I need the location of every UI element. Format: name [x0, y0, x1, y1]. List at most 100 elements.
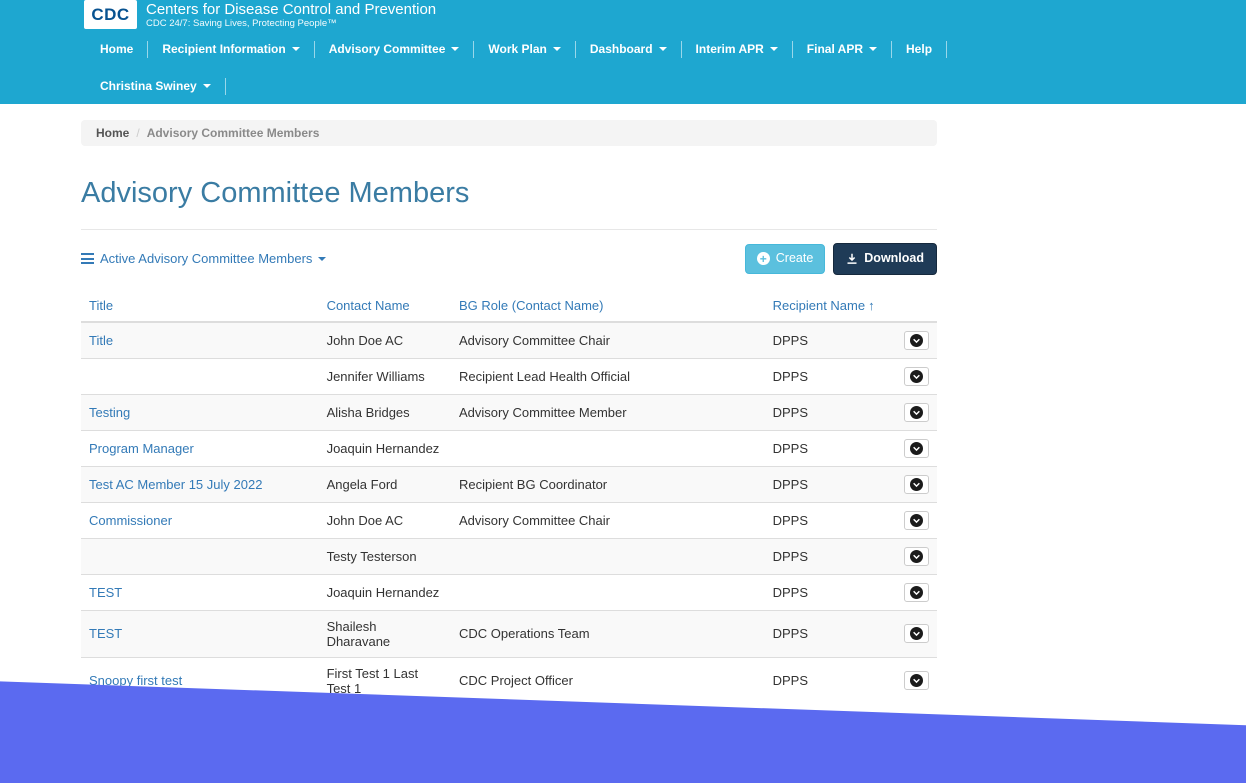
column-header-bg-role-contact-name[interactable]: BG Role (Contact Name)	[459, 298, 604, 313]
nav-item-recipient-information[interactable]: Recipient Information	[148, 37, 313, 61]
cell-actions	[896, 502, 937, 538]
cell-contact-name: Joaquin Hernandez	[319, 574, 451, 610]
chevron-down-circle-icon	[910, 478, 923, 491]
nav-item-label: Advisory Committee	[329, 42, 446, 56]
toolbar: Active Advisory Committee Members + Crea…	[81, 243, 937, 275]
row-actions-button[interactable]	[904, 511, 929, 530]
caret-down-icon	[451, 47, 459, 51]
chevron-down-circle-icon	[910, 406, 923, 419]
nav-item-interim-apr[interactable]: Interim APR	[682, 37, 792, 61]
cell-actions	[896, 657, 937, 704]
cell-bg-role: Advisory Committee Chair	[451, 322, 765, 359]
plus-circle-icon: +	[757, 252, 770, 265]
chevron-down-circle-icon	[910, 550, 923, 563]
cell-title: Test AC Member 15 July 2022	[81, 466, 319, 502]
org-name: Centers for Disease Control and Preventi…	[146, 1, 436, 18]
row-actions-button[interactable]	[904, 475, 929, 494]
cell-recipient-name: DPPS	[765, 574, 896, 610]
cell-recipient-name: DPPS	[765, 430, 896, 466]
nav-item-final-apr[interactable]: Final APR	[793, 37, 891, 61]
cell-actions	[896, 466, 937, 502]
row-actions-button[interactable]	[904, 367, 929, 386]
nav-item-home[interactable]: Home	[86, 37, 147, 61]
cell-title: TEST	[81, 574, 319, 610]
table-row: Testy TestersonDPPS	[81, 538, 937, 574]
nav-item-label: Final APR	[807, 42, 863, 56]
user-nav: Christina Swiney	[86, 74, 226, 98]
create-button-label: Create	[776, 250, 814, 268]
row-actions-button[interactable]	[904, 583, 929, 602]
cell-actions	[896, 430, 937, 466]
row-title-link[interactable]: TEST	[89, 585, 122, 600]
brand-text: Centers for Disease Control and Preventi…	[146, 0, 436, 30]
row-actions-button[interactable]	[904, 331, 929, 350]
table-row: Test AC Member 15 July 2022Angela FordRe…	[81, 466, 937, 502]
download-button[interactable]: Download	[833, 243, 937, 275]
tagline: CDC 24/7: Saving Lives, Protecting Peopl…	[146, 18, 436, 30]
row-title-link[interactable]: TEST	[89, 626, 122, 641]
breadcrumb-home[interactable]: Home	[96, 126, 129, 140]
cdc-logo[interactable]: CDC	[84, 0, 137, 29]
cell-actions	[896, 394, 937, 430]
row-actions-button[interactable]	[904, 671, 929, 690]
row-actions-button[interactable]	[904, 439, 929, 458]
cdc-logo-text: CDC	[91, 5, 129, 25]
cell-actions	[896, 358, 937, 394]
nav-divider	[225, 78, 226, 95]
title-divider	[81, 229, 937, 230]
table-row: TESTShailesh DharavaneCDC Operations Tea…	[81, 610, 937, 657]
nav-item-work-plan[interactable]: Work Plan	[474, 37, 574, 61]
nav-item-help[interactable]: Help	[892, 37, 946, 61]
nav-item-advisory-committee[interactable]: Advisory Committee	[315, 37, 474, 61]
row-title-link[interactable]: Commissioner	[89, 513, 172, 528]
table-header-row: Title Contact Name BG Role (Contact Name) R…	[81, 290, 937, 322]
view-filter-dropdown[interactable]: Active Advisory Committee Members	[81, 251, 326, 266]
cell-actions	[896, 322, 937, 359]
sort-ascending-icon: ↑	[868, 298, 875, 313]
cell-recipient-name: DPPS	[765, 322, 896, 359]
create-button[interactable]: + Create	[745, 244, 826, 274]
table-row: CommissionerJohn Doe ACAdvisory Committe…	[81, 502, 937, 538]
cell-contact-name: Jennifer Williams	[319, 358, 451, 394]
chevron-down-circle-icon	[910, 674, 923, 687]
cell-title: Title	[81, 322, 319, 359]
brand: CDC Centers for Disease Control and Prev…	[84, 0, 436, 30]
cell-recipient-name: DPPS	[765, 657, 896, 704]
table-row: TestingAlisha BridgesAdvisory Committee …	[81, 394, 937, 430]
row-title-link[interactable]: Testing	[89, 405, 130, 420]
row-actions-button[interactable]	[904, 624, 929, 643]
chevron-down-circle-icon	[910, 586, 923, 599]
caret-down-icon	[553, 47, 561, 51]
column-header-title[interactable]: Title	[89, 298, 113, 313]
cell-recipient-name: DPPS	[765, 358, 896, 394]
row-actions-button[interactable]	[904, 547, 929, 566]
cell-bg-role	[451, 574, 765, 610]
row-title-link[interactable]: Test AC Member 15 July 2022	[89, 477, 262, 492]
filter-label: Active Advisory Committee Members	[100, 251, 312, 266]
row-title-link[interactable]: Program Manager	[89, 441, 194, 456]
row-actions-button[interactable]	[904, 403, 929, 422]
user-menu[interactable]: Christina Swiney	[86, 74, 225, 98]
cell-recipient-name: DPPS	[765, 394, 896, 430]
cell-title	[81, 358, 319, 394]
site-header: CDC Centers for Disease Control and Prev…	[0, 0, 1246, 104]
cell-bg-role: Advisory Committee Member	[451, 394, 765, 430]
cell-contact-name: John Doe AC	[319, 502, 451, 538]
nav-item-label: Dashboard	[590, 42, 653, 56]
cell-contact-name: Testy Testerson	[319, 538, 451, 574]
nav-item-dashboard[interactable]: Dashboard	[576, 37, 681, 61]
column-header-contact-name[interactable]: Contact Name	[327, 298, 410, 313]
chevron-down-circle-icon	[910, 442, 923, 455]
column-header-recipient-name[interactable]: Recipient Name	[773, 298, 866, 313]
cell-title: TEST	[81, 610, 319, 657]
table-row: TEST Joaquin Hernandez DPPS	[81, 574, 937, 610]
chevron-down-circle-icon	[910, 627, 923, 640]
cell-title: Program Manager	[81, 430, 319, 466]
row-title-link[interactable]: Title	[89, 333, 113, 348]
cell-recipient-name: DPPS	[765, 502, 896, 538]
cell-bg-role: CDC Operations Team	[451, 610, 765, 657]
table-row: TitleJohn Doe ACAdvisory Committee Chair…	[81, 322, 937, 359]
breadcrumb-current: Advisory Committee Members	[147, 126, 320, 140]
cell-bg-role	[451, 538, 765, 574]
caret-down-icon	[869, 47, 877, 51]
